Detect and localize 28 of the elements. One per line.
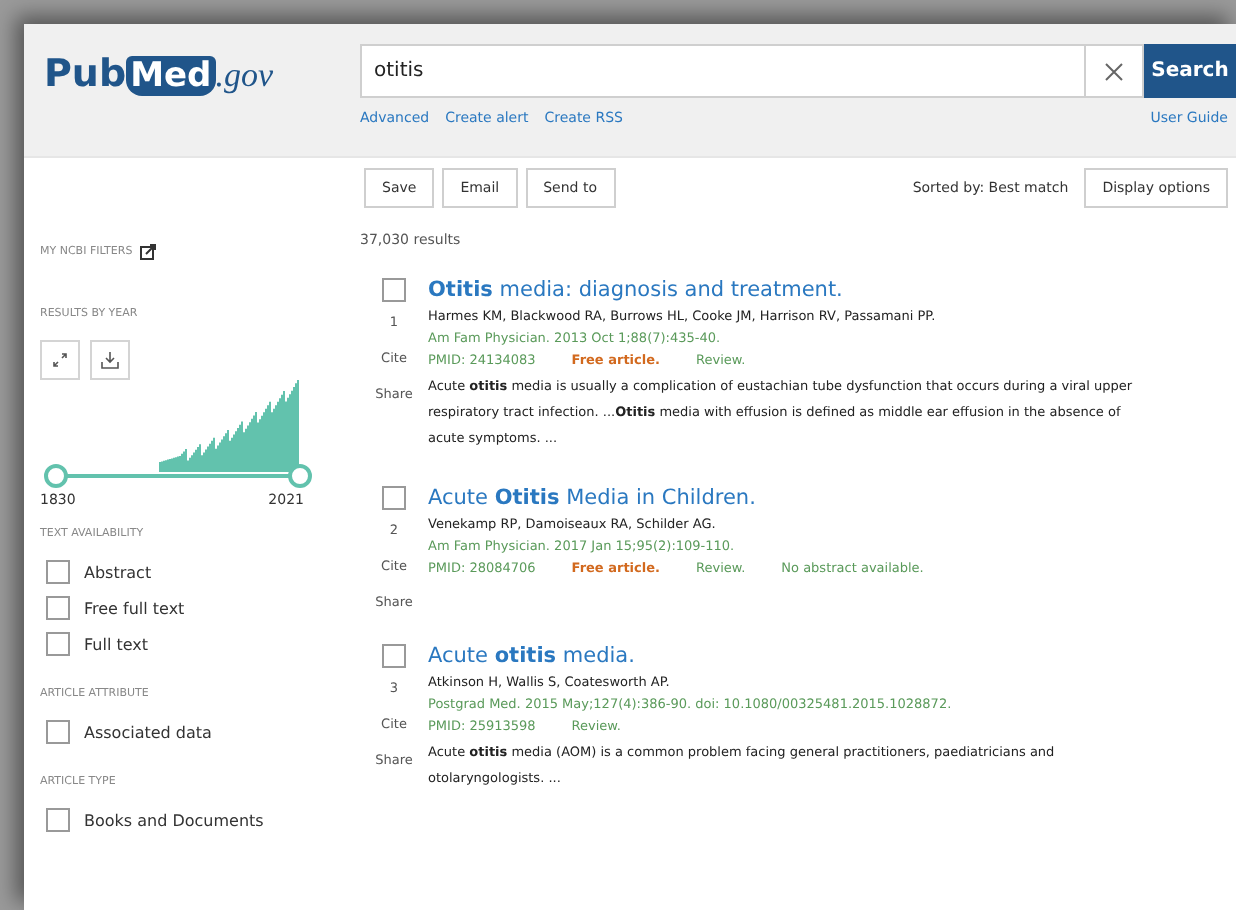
- result-title-link[interactable]: Otitis media: diagnosis and treatment.: [428, 278, 1152, 302]
- filter-label: Full text: [84, 635, 149, 653]
- filter-label: Associated data: [84, 723, 212, 741]
- result-checkbox[interactable]: [382, 486, 406, 510]
- filter-label: Free full text: [84, 599, 185, 617]
- filter-checkbox[interactable]: [46, 808, 70, 832]
- expand-icon: [52, 352, 68, 368]
- download-button[interactable]: [90, 340, 130, 380]
- filter-checkbox[interactable]: [46, 632, 70, 656]
- filter-checkbox[interactable]: [46, 560, 70, 584]
- expand-button[interactable]: [40, 340, 80, 380]
- logo[interactable]: Pub Med.gov: [44, 44, 360, 156]
- result-title-link[interactable]: Acute otitis media.: [428, 644, 1152, 668]
- result-title-link[interactable]: Acute Otitis Media in Children.: [428, 486, 1152, 510]
- external-link-icon[interactable]: [140, 244, 157, 260]
- filter-checkbox[interactable]: [46, 596, 70, 620]
- clear-button[interactable]: [1086, 44, 1144, 98]
- filter-label: Abstract: [84, 563, 152, 581]
- range-end-handle[interactable]: [288, 464, 312, 488]
- range-start-handle[interactable]: [44, 464, 68, 488]
- search-button[interactable]: Search: [1144, 44, 1236, 98]
- download-icon: [100, 350, 120, 370]
- result-checkbox[interactable]: [382, 644, 406, 668]
- filter-label: Books and Documents: [84, 811, 264, 829]
- close-icon: [1104, 61, 1124, 81]
- filter-checkbox[interactable]: [46, 720, 70, 744]
- result-checkbox[interactable]: [382, 278, 406, 302]
- search-field[interactable]: otitis: [360, 44, 1086, 98]
